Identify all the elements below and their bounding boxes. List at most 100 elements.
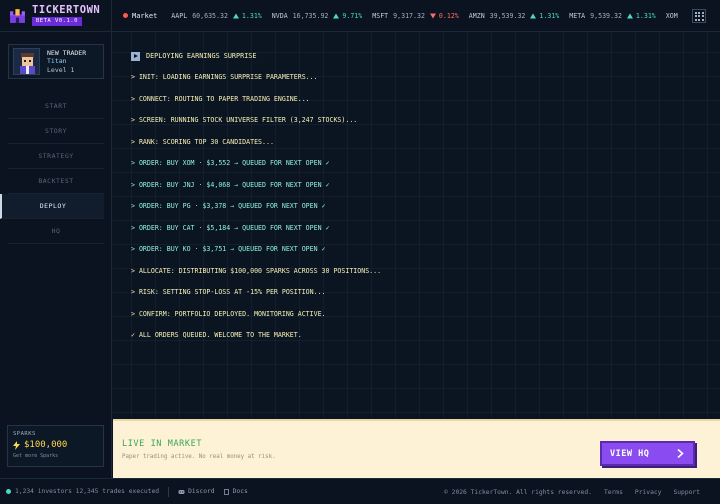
sparks-card[interactable]: SPARKS $100,000 Get more Sparks	[7, 425, 104, 467]
profile-card[interactable]: NEW TRADER Titan Level 1	[8, 44, 104, 79]
log-header-text: DEPLOYING EARNINGS SURPRISE	[146, 52, 257, 60]
version-badge: BETA V0.1.0	[32, 17, 82, 26]
live-title: LIVE IN MARKET	[122, 439, 203, 449]
market-label: Market	[132, 11, 158, 20]
deploy-log: DEPLOYING EARNINGS SURPRISE > INIT: LOAD…	[131, 50, 381, 351]
pixel-avatar-icon	[14, 49, 39, 74]
ticker-change: 0.12%	[438, 11, 459, 20]
profile-level: Level 1	[47, 65, 75, 74]
sidebar-item-label: HQ	[51, 227, 61, 235]
ticker-symbol: AMZN	[468, 11, 485, 20]
footer-stats: 1,234 investors 12,345 trades executed	[15, 488, 160, 495]
ticker-price: 9,539.32	[590, 11, 622, 20]
log-line: > CONFIRM: PORTFOLIO DEPLOYED. MONITORIN…	[131, 309, 326, 318]
ticker-symbol: XOM	[665, 11, 678, 20]
sidebar-item-label: STORY	[44, 127, 68, 135]
sidebar-nav: START STORY STRATEGY BACKTEST DEPLOY HQ	[0, 94, 112, 244]
arrow-up-icon	[333, 13, 340, 18]
ticker-change: 1.31%	[539, 11, 560, 20]
ticker-change: 1.31%	[241, 11, 262, 20]
sidebar-item-start[interactable]: START	[8, 94, 104, 119]
log-line: > ORDER: BUY XOM · $3,552 → QUEUED FOR N…	[131, 159, 330, 167]
brand-name: TICKERTOWN	[32, 4, 101, 16]
ticker-item[interactable]: XOM	[666, 12, 683, 20]
log-line: > CONNECT: ROUTING TO PAPER TRADING ENGI…	[131, 94, 310, 103]
copyright: © 2026 TickerTown. All rights reserved.	[444, 488, 592, 496]
castle-logo-icon	[10, 9, 25, 23]
sparks-value: $100,000	[24, 440, 68, 450]
document-icon	[223, 488, 229, 495]
deploy-terminal: DEPLOYING EARNINGS SURPRISE > INIT: LOAD…	[113, 32, 720, 419]
ticker-price: 9,317.32	[393, 11, 425, 20]
profile-title: NEW TRADER	[47, 48, 87, 57]
sidebar-item-strategy[interactable]: STRATEGY	[8, 144, 104, 169]
sparks-balance: $100,000	[13, 440, 98, 450]
sidebar-item-label: DEPLOY	[39, 202, 67, 210]
get-more-sparks-link[interactable]: Get more Sparks	[13, 453, 98, 459]
sidebar-item-label: BACKTEST	[38, 177, 74, 185]
arrow-up-icon	[232, 13, 239, 18]
lightning-icon	[13, 440, 20, 450]
profile-name: Titan	[47, 57, 67, 66]
sidebar-item-backtest[interactable]: BACKTEST	[8, 169, 104, 194]
log-line: > ORDER: BUY KO · $3,751 → QUEUED FOR NE…	[131, 245, 326, 253]
avatar	[13, 48, 40, 75]
ticker-change: 1.31%	[635, 11, 656, 20]
discord-link[interactable]: Discord	[178, 488, 215, 495]
discord-icon	[178, 489, 185, 494]
sidebar-item-label: START	[44, 102, 68, 110]
log-line: > RISK: SETTING STOP-LOSS AT -15% PER PO…	[131, 288, 326, 296]
log-line: > SCREEN: RUNNING STOCK UNIVERSE FILTER …	[131, 116, 358, 124]
ticker-item[interactable]: MSFT 9,317.32 0.12%	[372, 12, 459, 20]
chevron-right-icon	[677, 449, 684, 458]
ticker-symbol: NVDA	[271, 11, 288, 20]
log-line: ✓ ALL ORDERS QUEUED. WELCOME TO THE MARK…	[131, 331, 302, 339]
sidebar-item-deploy[interactable]: DEPLOY	[0, 194, 104, 219]
sidebar-item-story[interactable]: STORY	[8, 119, 104, 144]
sidebar: NEW TRADER Titan Level 1 START STORY STRAT…	[0, 32, 112, 484]
log-line: > INIT: LOADING EARNINGS SURPRISE PARAME…	[131, 73, 318, 81]
sparks-label: SPARKS	[13, 431, 36, 437]
view-hq-label: VIEW HQ	[610, 448, 650, 459]
live-banner: LIVE IN MARKET Paper trading active. No …	[113, 419, 720, 478]
ticker-symbol: META	[569, 11, 586, 20]
ticker-item[interactable]: AMZN 39,539.32 1.31%	[469, 12, 559, 20]
docs-link[interactable]: Docs	[223, 488, 248, 495]
log-line: > RANK: SCORING TOP 30 CANDIDATES...	[131, 137, 274, 146]
grid-menu-button[interactable]	[692, 9, 706, 23]
ticker-item[interactable]: NVDA 16,735.92 9.71%	[272, 12, 362, 20]
ticker-symbol: MSFT	[372, 11, 389, 20]
arrow-up-icon	[530, 13, 537, 18]
view-hq-button[interactable]: VIEW HQ	[600, 441, 695, 466]
online-status-dot	[6, 489, 11, 494]
ticker-change: 9.71%	[342, 11, 363, 20]
log-line: > ORDER: BUY CAT · $5,184 → QUEUED FOR N…	[131, 223, 330, 232]
market-status-dot	[123, 13, 128, 18]
log-header: DEPLOYING EARNINGS SURPRISE	[131, 50, 381, 62]
arrow-up-icon	[626, 13, 633, 18]
sidebar-item-label: STRATEGY	[38, 152, 74, 160]
footer-divider	[168, 486, 170, 497]
ticker-price: 39,539.32	[489, 11, 526, 20]
footer: 1,234 investors 12,345 trades executed D…	[0, 478, 720, 504]
live-subtitle: Paper trading active. No real money at r…	[122, 454, 276, 460]
support-link[interactable]: Support	[673, 489, 700, 496]
ticker-symbol: AAPL	[171, 11, 188, 20]
privacy-link[interactable]: Privacy	[635, 489, 662, 496]
discord-label: Discord	[188, 488, 215, 495]
ticker-item[interactable]: AAPL 60,635.32 1.31%	[171, 12, 261, 20]
log-line: > ORDER: BUY PG · $3,378 → QUEUED FOR NE…	[131, 202, 326, 210]
terms-link[interactable]: Terms	[604, 489, 623, 496]
log-line: > ALLOCATE: DISTRIBUTING $100,000 SPARKS…	[131, 266, 382, 275]
brand[interactable]: TICKERTOWN BETA V0.1.0	[0, 0, 112, 32]
ticker-item[interactable]: META 9,539.32 1.31%	[569, 12, 656, 20]
play-icon	[131, 51, 140, 61]
top-bar: TICKERTOWN BETA V0.1.0 Market AAPL 60,635…	[0, 0, 720, 32]
ticker-price: 16,735.92	[292, 11, 329, 20]
log-line: > ORDER: BUY JNJ · $4,068 → QUEUED FOR N…	[131, 180, 330, 189]
docs-label: Docs	[232, 488, 248, 495]
stock-ticker: Market AAPL 60,635.32 1.31% NVDA 16,735.92 9.…	[112, 0, 720, 32]
ticker-price: 60,635.32	[192, 11, 228, 20]
sidebar-item-hq[interactable]: HQ	[8, 219, 104, 244]
arrow-down-icon	[429, 13, 436, 18]
